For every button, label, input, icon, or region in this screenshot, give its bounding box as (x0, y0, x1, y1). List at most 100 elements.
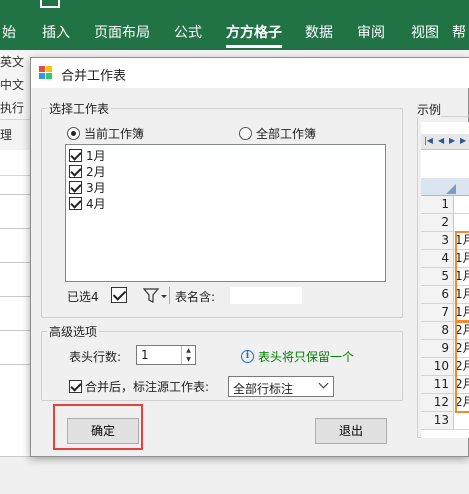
advanced-label: 高级选项 (47, 323, 100, 340)
dialog-titlebar: 合并工作表 (31, 58, 469, 88)
divider (169, 287, 170, 304)
nav-last-icon: ▶ (460, 136, 467, 145)
radio-current-workbook[interactable]: 当前工作簿 (67, 125, 144, 142)
row-number: 3 (421, 232, 454, 249)
app-icon (39, 66, 53, 80)
name-contains-input[interactable] (230, 287, 302, 304)
name-box[interactable] (0, 150, 34, 176)
ok-button[interactable]: 确定 (67, 418, 139, 444)
table-row: 2 (421, 214, 469, 232)
nav-prev-icon: ◀ (438, 136, 445, 145)
radio-dot (239, 127, 252, 140)
tab-formulas[interactable]: 公式 (174, 22, 202, 42)
name-contains-label: 表名含: (175, 290, 216, 304)
info-note: i 表头将只保留一个 (241, 348, 354, 365)
preview-header (421, 178, 469, 196)
radio-dot (67, 127, 80, 140)
radio-current-label: 当前工作簿 (84, 127, 145, 141)
row-number: 13 (421, 412, 454, 429)
merge-mark-checkbox[interactable] (69, 380, 82, 393)
spin-up-icon[interactable]: ▲ (182, 346, 195, 355)
tab-fangfang[interactable]: 方方格子 (226, 22, 282, 48)
sheet-checkbox[interactable] (69, 181, 82, 194)
grid-line (0, 262, 34, 263)
mark-option-select[interactable]: 全部行标注 (228, 376, 334, 397)
radio-all-label: 全部工作簿 (256, 127, 317, 141)
cmd-execute[interactable]: 执行 (0, 99, 24, 116)
source-highlight-jan (455, 231, 469, 322)
preview-nav: |◀ ◀ ▶ ▶ (421, 134, 469, 150)
filter-icon[interactable] (143, 288, 167, 304)
row-number: 1 (421, 196, 454, 213)
dialog-title: 合并工作表 (61, 69, 127, 84)
save-icon[interactable] (40, 0, 60, 8)
tab-help[interactable]: 帮 (452, 22, 466, 42)
grid-line (0, 330, 34, 331)
tab-review[interactable]: 审阅 (357, 22, 385, 42)
chevron-down-icon (318, 378, 329, 389)
nav-first-icon: |◀ (424, 136, 433, 145)
row-number: 10 (421, 358, 454, 375)
sheet-label: 1月 (86, 149, 106, 163)
row-number: 9 (421, 340, 454, 357)
nav-next-icon: ▶ (449, 136, 456, 145)
tab-view[interactable]: 视图 (411, 22, 439, 42)
info-icon: i (241, 350, 254, 363)
merge-sheets-dialog: 合并工作表 选择工作表 当前工作簿 全部工作簿 1月 2月 3月 4月 已选4 (30, 57, 469, 457)
list-item[interactable]: 1月 (69, 147, 106, 164)
sheet-listbox[interactable]: 1月 2月 3月 4月 (65, 144, 386, 282)
cmd-chinese[interactable]: 中文 (0, 76, 24, 93)
list-item[interactable]: 4月 (69, 195, 106, 212)
list-item[interactable]: 3月 (69, 179, 106, 196)
sheet-area (0, 176, 34, 456)
row-number: 6 (421, 286, 454, 303)
cell (455, 196, 469, 213)
select-sheets-label: 选择工作表 (47, 100, 112, 117)
grid-line (0, 228, 34, 229)
list-item[interactable]: 2月 (69, 163, 106, 180)
table-row: 13 (421, 412, 469, 430)
merge-mark-label: 合并后，标注源工作表: (85, 380, 210, 394)
header-rows-label: 表头行数: (69, 350, 122, 364)
row-number: 7 (421, 304, 454, 321)
sheet-checkbox[interactable] (69, 197, 82, 210)
grid-line (0, 364, 34, 365)
preview-sheet: |◀ ◀ ▶ ▶ 1 2 3 1月 4 1月 5 1月 6 1月 7 1月 8 2月 9 2月… (421, 122, 469, 438)
cmd-english[interactable]: 英文 (0, 53, 24, 70)
tab-home[interactable]: 始 (2, 22, 16, 42)
row-number: 8 (421, 322, 454, 339)
row-number: 5 (421, 268, 454, 285)
row-number: 4 (421, 250, 454, 267)
tab-insert[interactable]: 插入 (42, 22, 70, 42)
row-number: 11 (421, 376, 454, 393)
spin-down-icon[interactable]: ▼ (182, 355, 195, 364)
cmd-manage[interactable]: 理 (0, 126, 12, 143)
sheet-label: 2月 (86, 165, 106, 179)
row-number: 12 (421, 394, 454, 411)
mark-option-value: 全部行标注 (233, 382, 294, 396)
select-all-checkbox[interactable] (111, 287, 127, 303)
cell (455, 412, 469, 429)
table-row: 1 (421, 196, 469, 214)
tab-data[interactable]: 数据 (305, 22, 333, 42)
sheet-label: 3月 (86, 181, 106, 195)
info-text: 表头将只保留一个 (258, 350, 355, 364)
select-all-corner (446, 184, 456, 194)
tab-page-layout[interactable]: 页面布局 (94, 22, 150, 42)
radio-all-workbooks[interactable]: 全部工作簿 (239, 125, 316, 142)
preview-label: 示例 (417, 101, 442, 118)
stepper-buttons[interactable]: ▲ ▼ (181, 346, 195, 364)
ribbon: 始 插入 页面布局 公式 方方格子 数据 审阅 视图 帮 (0, 0, 469, 50)
sheet-checkbox[interactable] (69, 165, 82, 178)
sheet-checkbox[interactable] (69, 149, 82, 162)
row-number: 2 (421, 214, 454, 231)
exit-button[interactable]: 退出 (315, 418, 387, 444)
header-rows-stepper[interactable]: 1 ▲ ▼ (136, 345, 196, 365)
header-rows-value: 1 (141, 348, 149, 362)
sheet-label: 4月 (86, 197, 106, 211)
cell (455, 214, 469, 231)
source-highlight-feb (455, 321, 469, 413)
grid-line (0, 296, 34, 297)
merge-mark-row[interactable]: 合并后，标注源工作表: (69, 378, 209, 395)
grid-line (0, 194, 34, 195)
